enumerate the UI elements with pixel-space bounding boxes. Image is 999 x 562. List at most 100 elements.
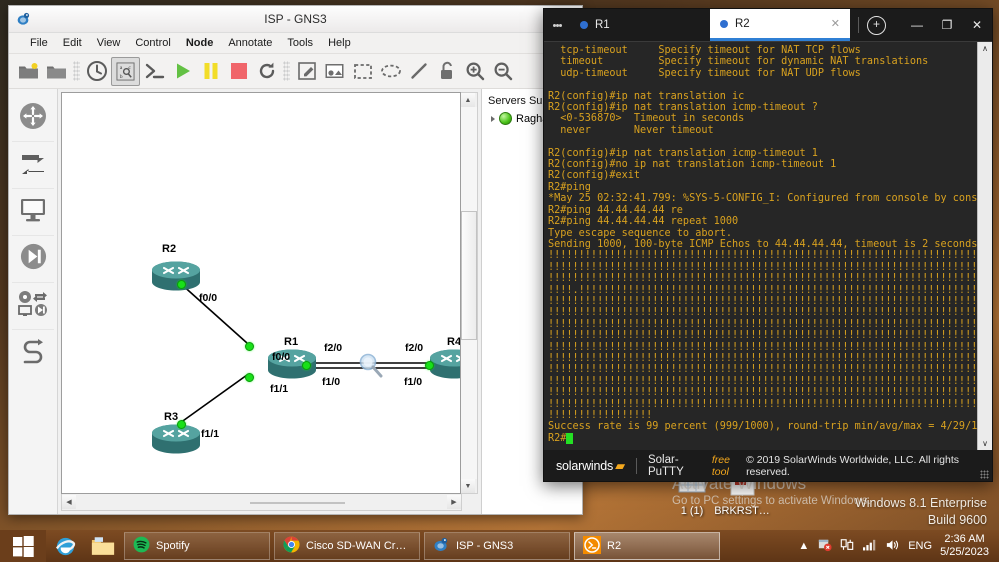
terminal-scroll-down-icon[interactable]: ∨	[982, 439, 988, 448]
reload-icon[interactable]	[253, 58, 280, 85]
network-icon[interactable]	[840, 538, 854, 555]
sidebar-item-routers[interactable]	[12, 95, 54, 142]
windows-taskbar[interactable]: Spotify Cisco SD-WAN Cr… ISP - GNS3 R2 ▲…	[0, 530, 999, 562]
canvas-horizontal-scrollbar[interactable]: ◀ ▶	[61, 494, 462, 511]
sidebar-item-switches[interactable]	[12, 142, 54, 189]
router-label-r3: R3	[164, 411, 179, 423]
menu-help[interactable]: Help	[321, 36, 358, 50]
hscroll-thumb[interactable]	[250, 502, 346, 504]
maximize-icon[interactable]: ❐	[932, 18, 962, 32]
windows-edition-info: Windows 8.1 Enterprise Build 9600	[855, 495, 987, 529]
scroll-up-arrow[interactable]: ▲	[461, 93, 475, 107]
menu-file[interactable]: File	[23, 36, 55, 50]
menu-view[interactable]: View	[90, 36, 128, 50]
scroll-left-arrow[interactable]: ◀	[62, 495, 76, 509]
console-prompt-icon[interactable]	[141, 58, 168, 85]
sidebar-item-all-devices[interactable]	[12, 283, 54, 330]
clock-date: 5/25/2023	[940, 546, 989, 558]
switches-icon	[18, 152, 48, 179]
sidebar-item-end-devices[interactable]	[12, 189, 54, 236]
terminal-scrollbar[interactable]: ∧ ∨	[977, 42, 992, 450]
system-tray[interactable]: ▲ ENG 2:36 AM 5/25/2023	[798, 533, 999, 559]
solarwinds-flame-icon: ▰	[615, 457, 626, 473]
signal-icon[interactable]	[862, 538, 877, 554]
zoom-out-icon[interactable]	[489, 58, 516, 85]
solar-putty-window[interactable]: R1 R2 ✕ + — ❐ ✕ tcp-timeout Specify time…	[543, 8, 993, 482]
draw-line-icon[interactable]	[405, 58, 432, 85]
lock-icon[interactable]	[433, 58, 460, 85]
add-note-icon[interactable]	[293, 58, 320, 85]
taskbar-button-gns3[interactable]: ISP - GNS3	[424, 532, 570, 560]
snapshot-clock-icon[interactable]	[83, 58, 110, 85]
router-node-r2[interactable]	[150, 260, 202, 294]
menu-node[interactable]: Node	[179, 36, 221, 50]
interface-label: f1/1	[270, 383, 289, 395]
gns3-window[interactable]: ISP - GNS3 File Edit View Control Node A…	[8, 5, 583, 515]
scroll-down-arrow[interactable]: ▼	[461, 479, 475, 493]
open-project-icon[interactable]	[43, 58, 70, 85]
resize-grip-icon[interactable]	[980, 470, 989, 479]
gns3-menubar[interactable]: File Edit View Control Node Annotate Too…	[9, 33, 582, 54]
tab-r2[interactable]: R2 ✕	[710, 9, 850, 41]
insert-image-icon[interactable]	[321, 58, 348, 85]
pause-icon[interactable]	[197, 58, 224, 85]
new-project-icon[interactable]	[15, 58, 42, 85]
action-center-error-icon[interactable]	[817, 537, 832, 555]
sidebar-item-add-link[interactable]	[12, 330, 54, 376]
vscroll-thumb[interactable]	[461, 211, 477, 340]
menu-tools[interactable]: Tools	[280, 36, 320, 50]
canvas-vertical-scrollbar[interactable]: ▲ ▼	[461, 92, 478, 494]
terminal-scroll-up-icon[interactable]: ∧	[982, 44, 988, 53]
close-tab-icon[interactable]: ✕	[815, 17, 840, 30]
volume-icon[interactable]	[885, 538, 900, 555]
router-node-r3[interactable]	[150, 423, 202, 457]
taskbar-button-spotify[interactable]: Spotify	[124, 532, 270, 560]
expand-triangle-icon[interactable]	[491, 115, 495, 122]
interface-label: f1/0	[322, 376, 341, 388]
sidebar-item-security-devices[interactable]	[12, 236, 54, 283]
tab-divider	[858, 17, 859, 33]
close-icon[interactable]: ✕	[962, 18, 992, 32]
menu-edit[interactable]: Edit	[56, 36, 89, 50]
tab-r1[interactable]: R1	[570, 9, 710, 41]
router-label-r1: R1	[284, 336, 299, 348]
draw-rectangle-icon[interactable]	[349, 58, 376, 85]
taskbar-button-label: R2	[607, 540, 622, 552]
interface-label: f2/0	[405, 342, 424, 354]
svg-text:b: b	[120, 74, 123, 80]
windows-start-icon[interactable]	[0, 530, 46, 562]
plus-circle-icon[interactable]: +	[867, 15, 886, 35]
minimize-icon[interactable]: —	[902, 18, 932, 32]
file-explorer-icon[interactable]	[84, 530, 122, 562]
start-play-icon[interactable]	[169, 58, 196, 85]
scroll-right-arrow[interactable]: ▶	[447, 495, 461, 509]
terminal-text: tcp-timeout Specify timeout for NAT TCP …	[548, 45, 977, 444]
draw-ellipse-icon[interactable]	[377, 58, 404, 85]
tab-label: R1	[595, 19, 610, 31]
taskbar-button-chrome[interactable]: Cisco SD-WAN Cr…	[274, 532, 420, 560]
language-indicator[interactable]: ENG	[908, 540, 932, 552]
terminal-output[interactable]: tcp-timeout Specify timeout for NAT TCP …	[544, 42, 977, 450]
internet-explorer-icon[interactable]	[46, 530, 84, 562]
footer-divider	[636, 457, 637, 474]
topology-canvas[interactable]: R2 R1 R3 R4 f0/0 f0/0 f1/1 f1/1 f2/0 f1/…	[61, 92, 461, 494]
menu-kebab-icon[interactable]	[544, 9, 570, 41]
menu-control[interactable]: Control	[128, 36, 177, 50]
gns3-toolbar[interactable]: acb	[9, 54, 582, 89]
gns3-device-dock[interactable]	[9, 89, 58, 514]
stop-square-icon[interactable]	[225, 58, 252, 85]
chevron-up-icon[interactable]: ▲	[798, 540, 809, 552]
vscroll-track[interactable]	[461, 107, 477, 479]
menu-annotate[interactable]: Annotate	[221, 36, 279, 50]
taskbar-button-putty-r2[interactable]: R2	[574, 532, 720, 560]
putty-terminal-area[interactable]: tcp-timeout Specify timeout for NAT TCP …	[544, 41, 992, 450]
zoom-in-icon[interactable]	[461, 58, 488, 85]
clock[interactable]: 2:36 AM 5/25/2023	[940, 533, 989, 559]
link-status-led	[245, 342, 254, 351]
interface-label: f0/0	[199, 292, 218, 304]
putty-footer: solarwinds ▰ Solar-PuTTY free tool © 201…	[544, 450, 992, 481]
gns3-window-title: ISP - GNS3	[264, 12, 327, 26]
show-labels-icon[interactable]: acb	[111, 56, 140, 86]
putty-tabbar[interactable]: R1 R2 ✕ + — ❐ ✕	[544, 9, 992, 41]
product-name: Solar-PuTTY	[647, 453, 684, 478]
